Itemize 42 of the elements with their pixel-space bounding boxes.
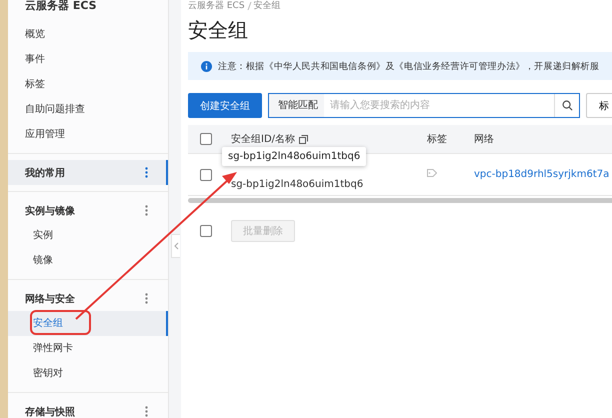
search-field[interactable]: 智能匹配 请输入您要搜索的内容	[268, 93, 580, 118]
collapse-handle[interactable]	[171, 234, 180, 258]
column-header: 标签	[427, 134, 447, 145]
table-cell: sg-bp1ig2ln48o6uim1tbq6	[231, 179, 364, 190]
more-icon[interactable]	[145, 167, 148, 178]
nav-item[interactable]: 应用管理	[8, 122, 168, 147]
tooltip: sg-bp1ig2ln48o6uim1tbq6	[222, 147, 366, 166]
create-button[interactable]: 创建安全组	[188, 93, 262, 118]
breadcrumb-link[interactable]: 云服务器 ECS	[188, 1, 245, 11]
tag-button[interactable]: 标	[586, 93, 612, 118]
column-header: 网络	[474, 134, 494, 145]
breadcrumb-link[interactable]: 安全组	[254, 1, 281, 11]
nav-item[interactable]: 自助问题排查	[8, 97, 168, 122]
nav-section[interactable]: 我的常用	[25, 166, 65, 180]
search-icon	[562, 100, 572, 111]
checkbox[interactable]	[200, 168, 212, 180]
nav-item[interactable]: 标签	[8, 72, 168, 97]
highlight-outline	[30, 310, 91, 335]
nav-item[interactable]: 概览	[8, 22, 168, 47]
copy-icon[interactable]	[299, 134, 308, 144]
more-icon[interactable]	[145, 293, 148, 304]
notice-text: 注意：根据《中华人民共和国电信条例》及《电信业务经营许可管理办法》，开展递归解析服	[218, 60, 600, 72]
nav-item[interactable]: 弹性网卡	[8, 336, 168, 361]
nav-item[interactable]: 镜像	[8, 248, 168, 273]
checkbox[interactable]	[200, 133, 212, 145]
network-link[interactable]: vpc-bp18d9rhl5syrjkm6t7a	[474, 169, 610, 180]
nav-item[interactable]: 事件	[8, 47, 168, 72]
nav-section[interactable]: 网络与安全	[25, 292, 75, 306]
nav-item[interactable]: 实例	[8, 223, 168, 248]
page-title: 安全组	[188, 18, 249, 42]
checkbox[interactable]	[200, 225, 212, 237]
column-header: 安全组ID/名称	[231, 132, 296, 146]
info-icon	[201, 60, 212, 72]
nav-item[interactable]: 安全组	[8, 311, 168, 336]
nav-section[interactable]: 存储与快照	[25, 404, 75, 418]
console-title: 云服务器 ECS	[24, 0, 98, 14]
nav-item[interactable]: 密钥对	[8, 361, 168, 386]
scrollbar[interactable]	[188, 198, 612, 203]
search-mode-select[interactable]: 智能匹配	[269, 94, 324, 117]
nav-section[interactable]: 实例与镜像	[25, 204, 75, 218]
more-icon[interactable]	[145, 406, 148, 417]
more-icon[interactable]	[145, 205, 148, 216]
